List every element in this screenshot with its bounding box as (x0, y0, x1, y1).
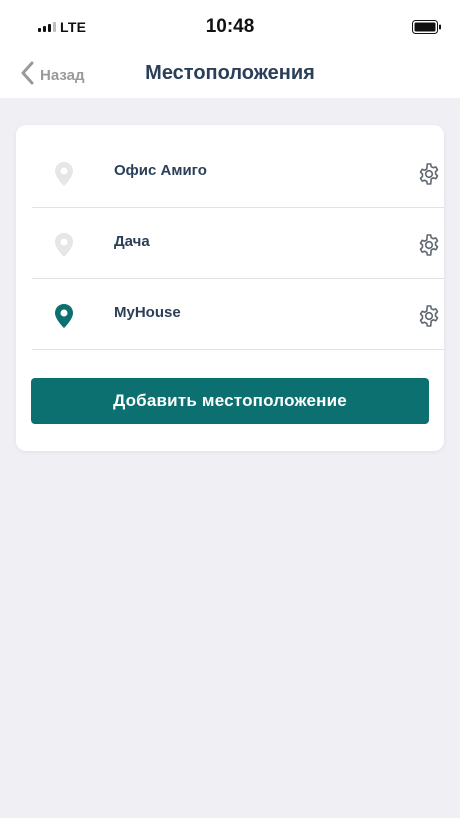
location-name: MyHouse (114, 304, 181, 321)
screen: LTE 10:48 Назад Местоположения Офис Амиг… (0, 0, 460, 818)
location-row[interactable]: MyHouse (32, 279, 444, 350)
battery-icon (412, 20, 442, 39)
locations-card: Офис Амиго Дача MyHouse Добавить местопо… (16, 125, 444, 451)
add-location-button[interactable]: Добавить местоположение (31, 378, 429, 424)
status-time: 10:48 (205, 16, 255, 37)
page-title: Местоположения (145, 62, 315, 84)
location-pin-icon (54, 161, 74, 192)
location-row[interactable]: Офис Амиго (32, 137, 444, 208)
gear-icon[interactable] (417, 162, 441, 191)
location-pin-icon (54, 232, 74, 263)
gear-icon[interactable] (417, 233, 441, 262)
location-pin-icon (54, 303, 74, 334)
location-row[interactable]: Дача (32, 208, 444, 279)
gear-icon[interactable] (417, 304, 441, 333)
navigation-bar: Назад Местоположения (0, 50, 460, 98)
location-name: Офис Амиго (114, 162, 207, 179)
status-bar: LTE 10:48 (0, 0, 460, 50)
location-name: Дача (114, 233, 150, 250)
